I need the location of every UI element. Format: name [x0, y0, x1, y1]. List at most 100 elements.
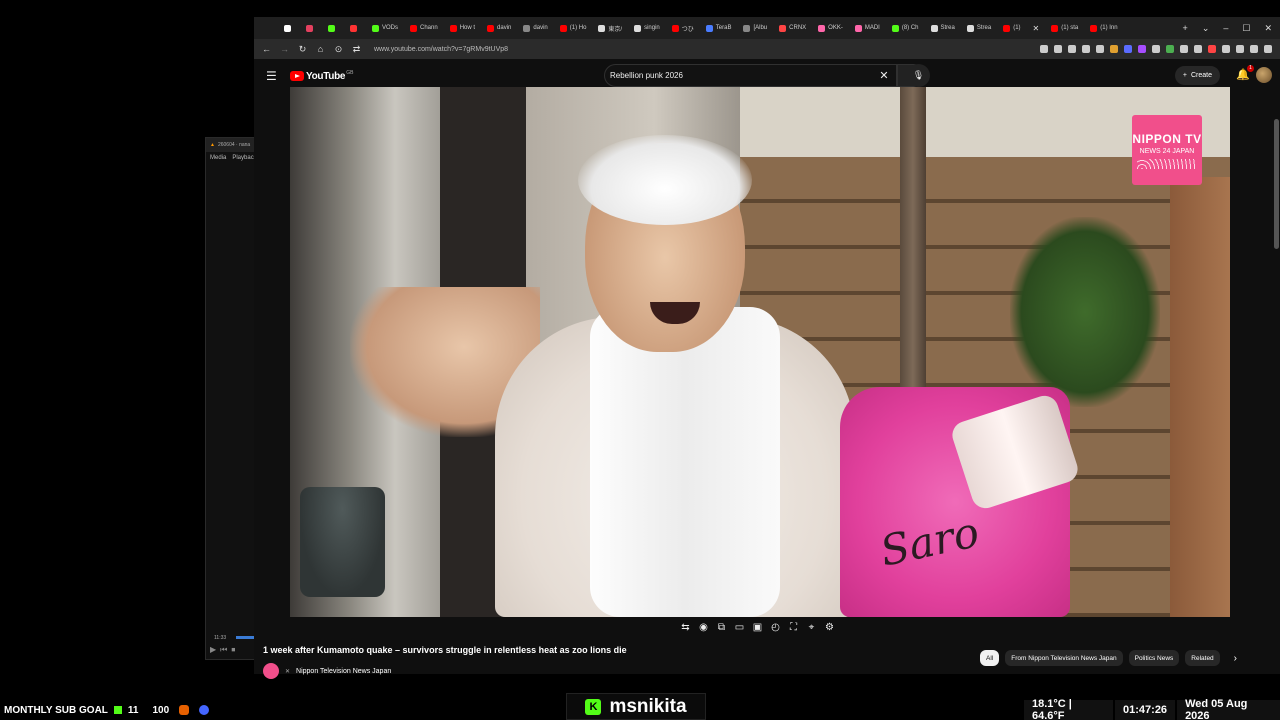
youtube-wordmark: YouTube [306, 70, 346, 82]
new-tab-icon[interactable]: + [1183, 23, 1188, 34]
browser-tab[interactable]: singin [628, 17, 666, 39]
tab-list-icon[interactable]: ⌄ [1202, 23, 1210, 34]
browser-tab[interactable]: OKK- [812, 17, 849, 39]
mini-player-window[interactable]: ▲ 260604 · nana Media Playback 11:33 ▶ ⏮… [205, 137, 257, 660]
globe-icon [779, 24, 787, 32]
kick-icon [113, 706, 122, 714]
browser-tab[interactable]: Chann [404, 17, 444, 39]
home-icon[interactable]: ⌂ [316, 44, 325, 54]
channel-avatar[interactable] [263, 663, 279, 679]
speed-icon[interactable]: ◴ [770, 622, 781, 633]
stop-icon[interactable]: ⏹ [231, 645, 235, 655]
kick-logo-icon: K [585, 698, 602, 715]
channel-name[interactable]: Nippon Television News Japan [296, 668, 391, 675]
extension-icon[interactable] [1194, 45, 1202, 53]
play-icon[interactable]: ▶ [210, 645, 216, 655]
screen: ▲ 260604 · nana Media Playback 11:33 ▶ ⏮… [0, 0, 1280, 720]
browser-tab[interactable]: (1) Inn [1084, 17, 1123, 39]
extension-icon[interactable] [1124, 45, 1132, 53]
browser-tab[interactable]: Strea [961, 17, 997, 39]
extension-icon[interactable] [1166, 45, 1174, 53]
browser-tab[interactable]: How t [444, 17, 481, 39]
search-input[interactable]: Rebellion punk 2026 [610, 71, 872, 80]
extension-icon[interactable] [1138, 45, 1146, 53]
extension-icon[interactable] [1082, 45, 1090, 53]
extension-icon[interactable] [1068, 45, 1076, 53]
menu-media[interactable]: Media [210, 155, 226, 161]
extension-icon[interactable] [1040, 45, 1048, 53]
create-button[interactable]: + Create [1174, 66, 1220, 85]
browser-tab[interactable]: VODs [366, 17, 404, 39]
youtube-icon [449, 24, 457, 32]
maximize-icon[interactable]: ☐ [1242, 23, 1250, 34]
watermark-sub: NEWS 24 JAPAN [1139, 147, 1195, 155]
browser-tab[interactable]: [Albu [737, 17, 773, 39]
audio-icon[interactable]: ◉ [698, 622, 709, 633]
voice-search-button[interactable]: 🎙 [907, 64, 930, 87]
close-tab-icon[interactable]: ✕ [1027, 24, 1046, 33]
miniplayer-icon[interactable]: ⧉ [716, 622, 727, 633]
extension-icon[interactable] [1250, 45, 1258, 53]
extension-icon[interactable] [1054, 45, 1062, 53]
filter-chip[interactable]: All [980, 650, 1000, 666]
filter-chip[interactable]: Politics News [1128, 650, 1180, 666]
scrollbar-thumb[interactable] [1274, 119, 1279, 249]
youtube-logo[interactable]: YouTube GB [290, 70, 353, 82]
forward-icon[interactable]: → [280, 44, 289, 54]
browser-tab[interactable]: (1) [997, 17, 1026, 39]
vlc-icon: ▲ [210, 142, 215, 148]
extension-icon[interactable] [1222, 45, 1230, 53]
browser-tab[interactable]: TeraB [700, 17, 738, 39]
back-icon[interactable]: ← [262, 44, 271, 54]
mini-player-titlebar[interactable]: ▲ 260604 · nana [206, 138, 256, 152]
filter-chip[interactable]: From Nippon Television News Japan [1005, 650, 1123, 666]
site-info-icon[interactable]: ⊙ [334, 44, 343, 55]
browser-tab[interactable]: (8) Ch [886, 17, 925, 39]
theater-icon[interactable]: ▭ [734, 622, 745, 633]
youtube-icon [559, 24, 567, 32]
settings-gear-icon[interactable]: ⚙ [824, 622, 835, 633]
filter-chip[interactable]: Related [1185, 650, 1220, 666]
chevron-right-icon[interactable]: › [1234, 653, 1237, 664]
browser-tab[interactable]: CRNX [773, 17, 812, 39]
tab-label: TeraB [715, 25, 732, 31]
browser-tab[interactable] [344, 17, 366, 39]
browser-tab[interactable]: Strea [925, 17, 961, 39]
search-box[interactable]: Rebellion punk 2026 ✕ [604, 64, 897, 87]
extension-icon[interactable] [1096, 45, 1104, 53]
video-player[interactable]: Saro NIPPON TV NEWS 24 JAPAN [290, 87, 1230, 617]
loop-icon[interactable]: ⇆ [680, 622, 691, 633]
cinema-icon[interactable]: ▣ [752, 622, 763, 633]
browser-tab[interactable]: 東京/ [592, 17, 628, 39]
reload-icon[interactable]: ↻ [298, 44, 307, 55]
page-scrollbar[interactable] [1272, 59, 1280, 674]
browser-tab[interactable] [322, 17, 344, 39]
fullscreen-icon[interactable]: ⛶ [788, 622, 799, 633]
browser-tab[interactable] [300, 17, 322, 39]
clear-search-icon[interactable]: ✕ [872, 69, 896, 82]
browser-tab[interactable]: MADI [849, 17, 886, 39]
mini-player-seekbar[interactable] [236, 636, 256, 639]
browser-tab[interactable]: (1) sta [1045, 17, 1084, 39]
menu-icon[interactable]: ☰ [266, 69, 280, 83]
account-avatar[interactable] [1256, 67, 1272, 83]
firefox-taskbar-icon[interactable] [179, 705, 190, 715]
browser-tab[interactable]: (1) Ho [554, 17, 593, 39]
browser-tab[interactable]: davin [481, 17, 517, 39]
close-window-icon[interactable]: ✕ [1264, 23, 1272, 34]
extension-icon[interactable] [1236, 45, 1244, 53]
minimize-icon[interactable]: – [1223, 23, 1228, 34]
browser-tab[interactable]: davin [517, 17, 553, 39]
extension-icon[interactable] [1264, 45, 1272, 53]
screenshot-icon[interactable]: ⌖ [806, 622, 817, 633]
extension-icon[interactable] [1152, 45, 1160, 53]
extension-icon[interactable] [1208, 45, 1216, 53]
browser-tab[interactable] [278, 17, 300, 39]
prev-icon[interactable]: ⏮ [220, 645, 227, 655]
extension-icon[interactable] [1110, 45, 1118, 53]
extension-icon[interactable] [1180, 45, 1188, 53]
tune-icon[interactable]: ⇄ [352, 44, 361, 55]
browser-tab[interactable]: つひ [666, 17, 700, 39]
url-field[interactable]: www.youtube.com/watch?v=7gRMv9tUVp8 [374, 46, 508, 53]
app-taskbar-icon[interactable] [199, 705, 210, 715]
